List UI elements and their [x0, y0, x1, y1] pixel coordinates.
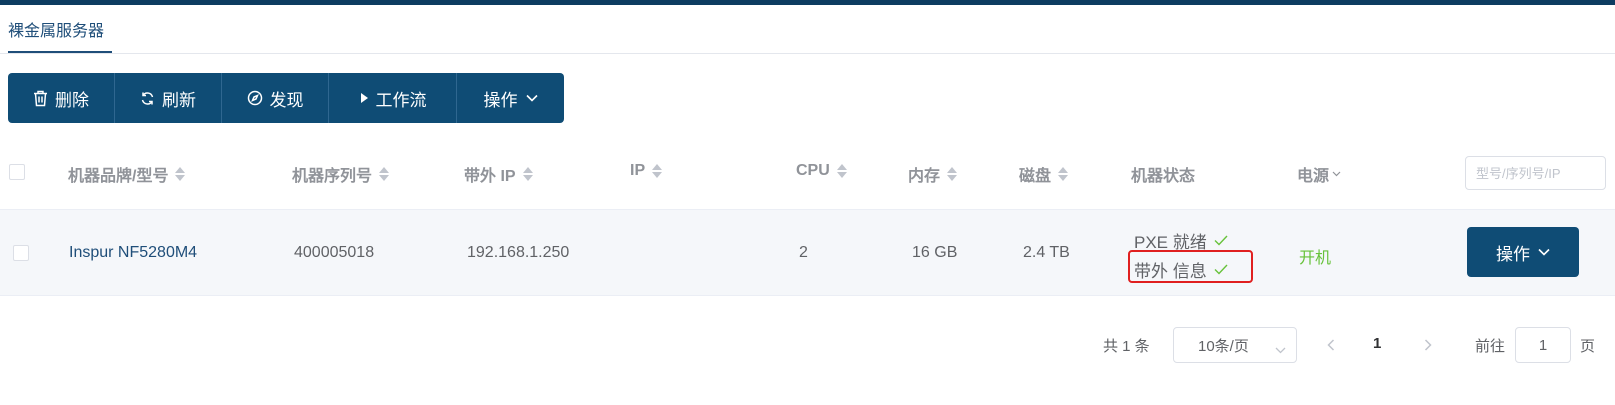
next-page-icon[interactable] — [1424, 327, 1432, 363]
cell-serial: 400005018 — [294, 244, 375, 261]
sort-icon[interactable] — [652, 164, 663, 178]
goto-page-input[interactable] — [1515, 327, 1571, 363]
cell-cpu: 2 — [799, 244, 808, 261]
operations-dropdown-button[interactable]: 操作 — [457, 73, 564, 123]
column-header-disk[interactable]: 磁盘 — [1019, 162, 1069, 186]
check-icon — [1214, 235, 1228, 246]
prev-page-icon[interactable] — [1327, 327, 1335, 363]
delete-button[interactable]: 删除 — [8, 73, 115, 123]
row-operations-button[interactable]: 操作 — [1467, 227, 1579, 277]
page-size-select[interactable]: 10条/页 — [1173, 327, 1297, 363]
column-header-serial[interactable]: 机器序列号 — [292, 162, 390, 186]
table-header: 机器品牌/型号 机器序列号 带外 IP IP CPU 内存 磁盘 机器状态 电源 — [0, 140, 1615, 210]
toolbar: 删除 刷新 发现 工作流 操作 — [8, 73, 564, 123]
chevron-down-icon — [1538, 248, 1550, 256]
compass-icon — [247, 90, 263, 106]
cell-brand[interactable]: Inspur NF5280M4 — [69, 244, 197, 262]
sort-icon[interactable] — [379, 167, 390, 181]
row-checkbox[interactable] — [13, 245, 29, 261]
column-header-power[interactable]: 电源 — [1297, 162, 1341, 186]
cell-disk: 2.4 TB — [1023, 244, 1070, 261]
trash-icon — [33, 90, 48, 107]
column-header-memory[interactable]: 内存 — [908, 162, 958, 186]
search-input[interactable] — [1465, 156, 1606, 190]
discover-button[interactable]: 发现 — [222, 73, 329, 123]
tab-bare-metal-servers[interactable]: 裸金属服务器 — [8, 17, 104, 41]
sort-icon[interactable] — [836, 164, 847, 178]
refresh-icon — [140, 91, 155, 106]
column-header-brand[interactable]: 机器品牌/型号 — [68, 162, 186, 186]
page-suffix-label: 页 — [1580, 337, 1596, 355]
sort-icon[interactable] — [522, 167, 533, 181]
goto-label: 前往 — [1475, 337, 1506, 355]
cell-power-status: 开机 — [1299, 250, 1332, 267]
column-header-machine-status: 机器状态 — [1131, 168, 1196, 185]
sort-icon[interactable] — [175, 167, 186, 181]
cell-memory: 16 GB — [912, 244, 958, 261]
active-tab-indicator — [8, 51, 112, 53]
workflow-button[interactable]: 工作流 — [329, 73, 457, 123]
tab-bar: 裸金属服务器 — [0, 5, 1615, 54]
highlight-box — [1128, 250, 1253, 283]
page-number-current[interactable]: 1 — [1373, 335, 1381, 352]
sort-icon[interactable] — [947, 167, 958, 181]
cell-bmc-ip: 192.168.1.250 — [467, 244, 570, 261]
chevron-down-icon[interactable] — [1332, 171, 1341, 177]
refresh-button[interactable]: 刷新 — [115, 73, 222, 123]
play-icon — [359, 92, 369, 104]
sort-icon[interactable] — [1058, 167, 1069, 181]
chevron-down-icon — [525, 94, 538, 102]
table-row: Inspur NF5280M4 400005018 192.168.1.250 … — [0, 210, 1615, 296]
pagination-total: 共 1 条 — [1103, 337, 1150, 355]
select-all-checkbox[interactable] — [9, 164, 25, 180]
column-header-cpu[interactable]: CPU — [796, 162, 847, 180]
column-header-bmc-ip[interactable]: 带外 IP — [464, 162, 533, 186]
column-header-ip[interactable]: IP — [630, 162, 663, 180]
chevron-down-icon — [1275, 341, 1286, 358]
